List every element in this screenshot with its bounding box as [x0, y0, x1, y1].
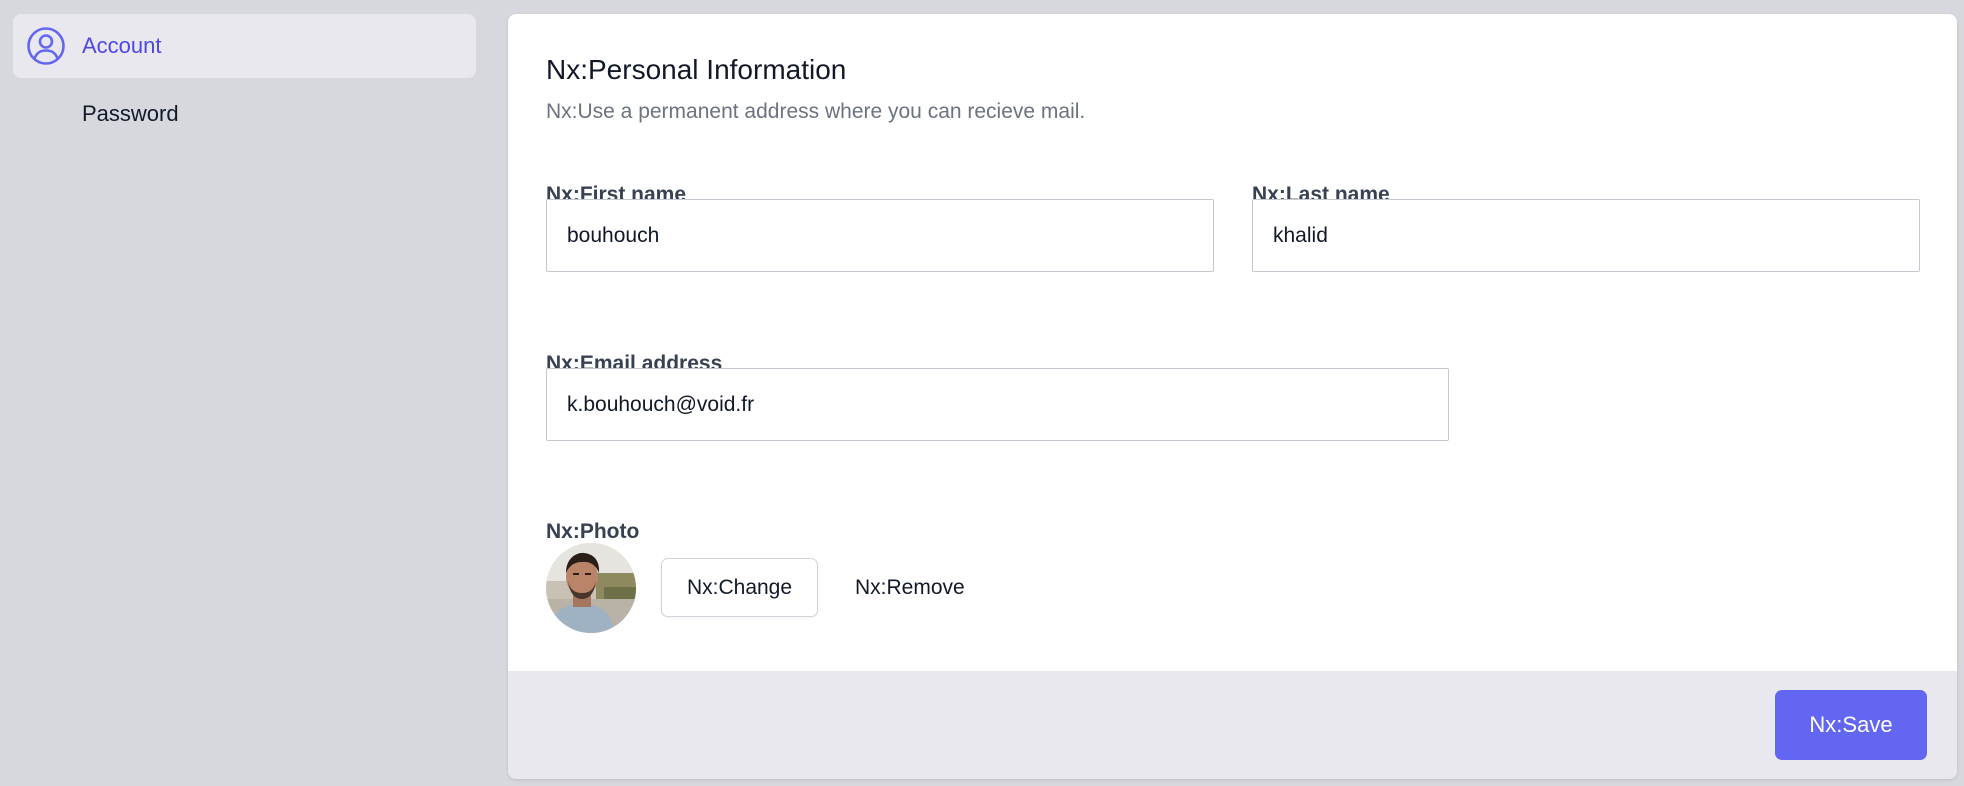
remove-photo-button[interactable]: Nx:Remove [843, 558, 977, 617]
change-photo-button[interactable]: Nx:Change [661, 558, 818, 617]
last-name-field[interactable] [1252, 199, 1920, 272]
page-subtitle: Nx:Use a permanent address where you can… [546, 100, 1086, 123]
card-body: Nx:Personal Information Nx:Use a permane… [508, 14, 1957, 671]
sidebar: Account Password [13, 14, 476, 144]
sidebar-item-label: Password [82, 101, 179, 126]
page-title: Nx:Personal Information [546, 54, 847, 85]
sidebar-item-password[interactable]: Password [13, 84, 476, 144]
avatar [546, 543, 636, 633]
personal-info-card: Nx:Personal Information Nx:Use a permane… [508, 14, 1957, 779]
sidebar-item-account[interactable]: Account [13, 14, 476, 78]
save-button[interactable]: Nx:Save [1775, 690, 1927, 760]
first-name-field[interactable] [546, 199, 1214, 272]
email-field[interactable] [546, 368, 1449, 441]
sidebar-item-label: Account [82, 33, 162, 58]
photo-label: Nx:Photo [546, 520, 640, 543]
user-circle-icon [25, 25, 67, 67]
card-footer: Nx:Save [508, 671, 1957, 779]
